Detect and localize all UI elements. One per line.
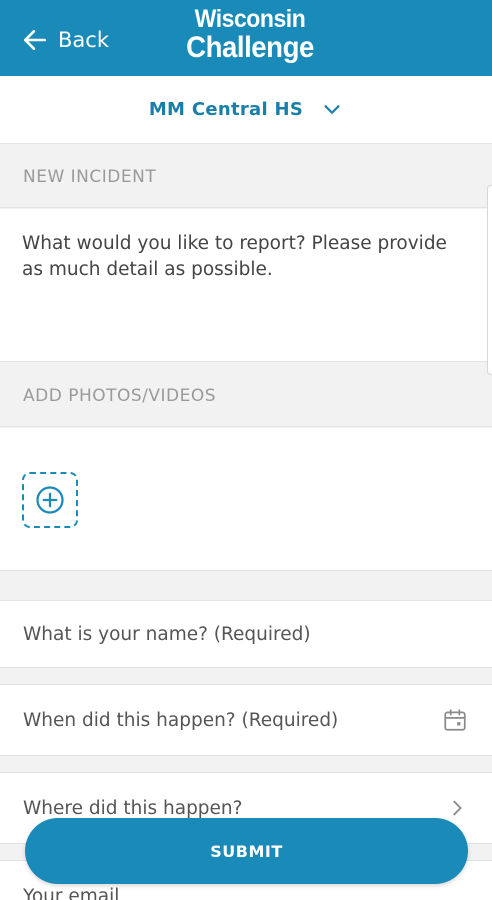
new-incident-header: NEW INCIDENT <box>0 146 492 208</box>
new-incident-title: NEW INCIDENT <box>23 166 157 187</box>
school-name: MM Central HS <box>148 99 304 120</box>
date-field[interactable] <box>23 709 442 731</box>
chevron-down-icon <box>324 104 340 114</box>
back-label: Back <box>58 28 109 52</box>
incident-box <box>0 209 492 362</box>
add-photos-title: ADD PHOTOS/VIDEOS <box>23 385 217 406</box>
app-header: Back Wisconsin Challenge <box>0 0 492 76</box>
scrollbar[interactable] <box>487 185 492 375</box>
location-field[interactable] <box>23 797 446 819</box>
date-field-row[interactable] <box>0 684 492 756</box>
add-photos-header: ADD PHOTOS/VIDEOS <box>0 365 492 427</box>
submit-button[interactable]: SUBMIT <box>25 818 468 884</box>
plus-circle-icon <box>36 486 64 514</box>
arrow-left-icon <box>23 30 47 50</box>
email-field[interactable] <box>23 885 468 900</box>
calendar-icon[interactable] <box>442 707 468 733</box>
school-selector[interactable]: MM Central HS <box>0 76 492 144</box>
logo-line-2: Challenge <box>186 31 314 64</box>
chevron-right-icon <box>453 800 462 816</box>
app-logo: Wisconsin Challenge <box>170 4 330 72</box>
back-button[interactable]: Back <box>22 24 109 56</box>
name-field-row[interactable] <box>0 600 492 668</box>
photos-box <box>0 428 492 571</box>
name-field[interactable] <box>23 623 468 645</box>
add-photo-button[interactable] <box>22 472 78 528</box>
incident-description-input[interactable] <box>0 209 492 361</box>
logo-line-1: Wisconsin <box>194 5 306 33</box>
